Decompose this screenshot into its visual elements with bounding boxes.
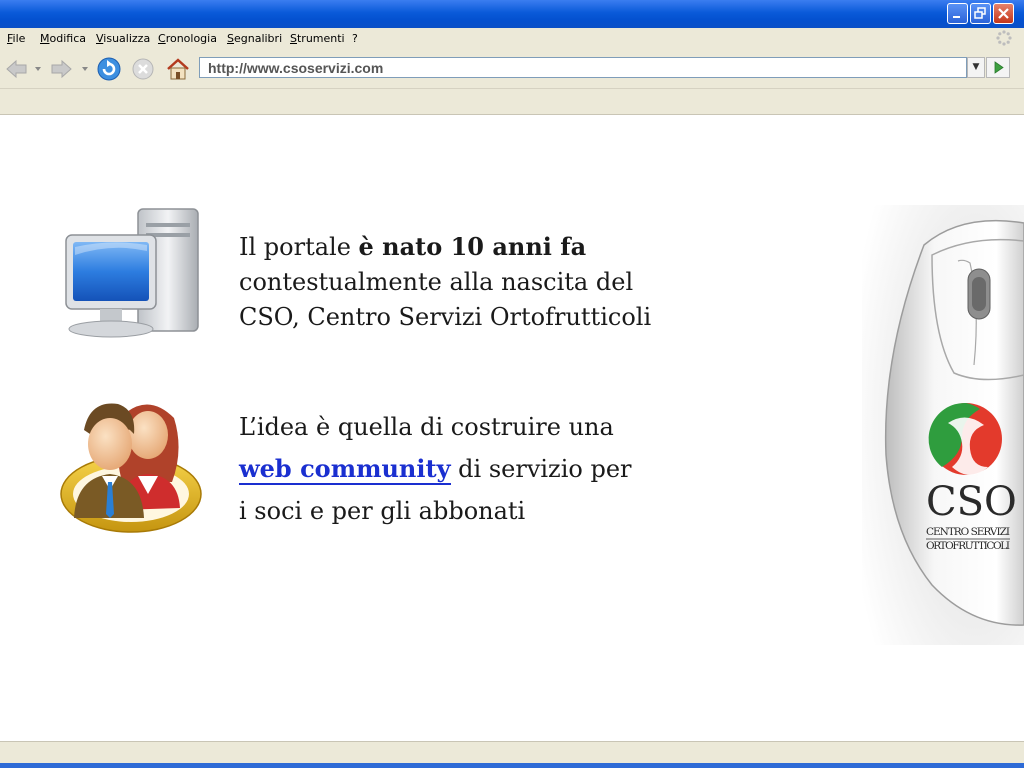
menu-bar: File Modifica Visualizza Cronologia Segn… xyxy=(0,28,1024,51)
intro-line-3: CSO, Centro Servizi Ortofrutticoli xyxy=(239,303,652,331)
close-icon[interactable] xyxy=(993,3,1014,24)
go-button[interactable] xyxy=(986,57,1010,78)
back-dropdown-icon[interactable] xyxy=(33,65,43,73)
web-community-link[interactable]: web community xyxy=(239,454,451,485)
menu-segnalibri[interactable]: Segnalibri xyxy=(227,32,282,45)
menu-strumenti[interactable]: Strumenti xyxy=(290,32,345,45)
computer-icon xyxy=(65,208,199,338)
cso-mouse-logo: CSO CENTRO SERVIZI ORTOFRUTTICOLI xyxy=(862,205,1024,645)
taskbar-edge xyxy=(0,763,1024,768)
forward-dropdown-icon[interactable] xyxy=(80,65,90,73)
menu-file[interactable]: File xyxy=(7,32,25,45)
minimize-icon[interactable] xyxy=(947,3,968,24)
logo-sub-1: CENTRO SERVIZI xyxy=(926,526,1010,538)
go-icon xyxy=(994,61,1004,74)
logo-name: CSO xyxy=(926,479,1017,525)
idea-line-2-suffix: di servizio per xyxy=(450,455,632,483)
address-dropdown-button[interactable]: ▼ xyxy=(967,57,985,78)
throbber-icon xyxy=(996,30,1012,46)
back-icon[interactable] xyxy=(4,56,30,82)
menu-cronologia[interactable]: Cronologia xyxy=(158,32,217,45)
idea-line-1: L’idea è quella di costruire una xyxy=(239,413,614,441)
intro-line-2: contestualmente alla nascita del xyxy=(239,268,634,296)
intro-bold: è nato 10 anni fa xyxy=(358,232,587,261)
users-icon xyxy=(60,403,202,533)
intro-prefix: Il portale xyxy=(239,233,359,261)
menu-help[interactable]: ? xyxy=(352,32,358,45)
window-title-bar xyxy=(0,0,1024,28)
menu-modifica[interactable]: Modifica xyxy=(40,32,86,45)
bookmarks-toolbar xyxy=(0,89,1024,115)
logo-sub-2: ORTOFRUTTICOLI xyxy=(926,540,1010,552)
restore-icon[interactable] xyxy=(970,3,991,24)
forward-icon[interactable] xyxy=(48,56,74,82)
status-bar xyxy=(0,741,1024,764)
home-icon[interactable] xyxy=(165,56,191,82)
idea-paragraph: L’idea è quella di costruire una web com… xyxy=(239,406,699,532)
address-bar[interactable]: http://www.csoservizi.com xyxy=(199,57,967,78)
intro-paragraph: Il portale è nato 10 anni fa contestualm… xyxy=(239,229,699,335)
menu-visualizza[interactable]: Visualizza xyxy=(96,32,150,45)
page-content: Il portale è nato 10 anni fa contestualm… xyxy=(0,115,1024,741)
idea-line-3: i soci e per gli abbonati xyxy=(239,497,526,525)
reload-icon[interactable] xyxy=(96,56,122,82)
stop-icon[interactable] xyxy=(130,56,156,82)
address-bar-url: http://www.csoservizi.com xyxy=(208,60,384,76)
